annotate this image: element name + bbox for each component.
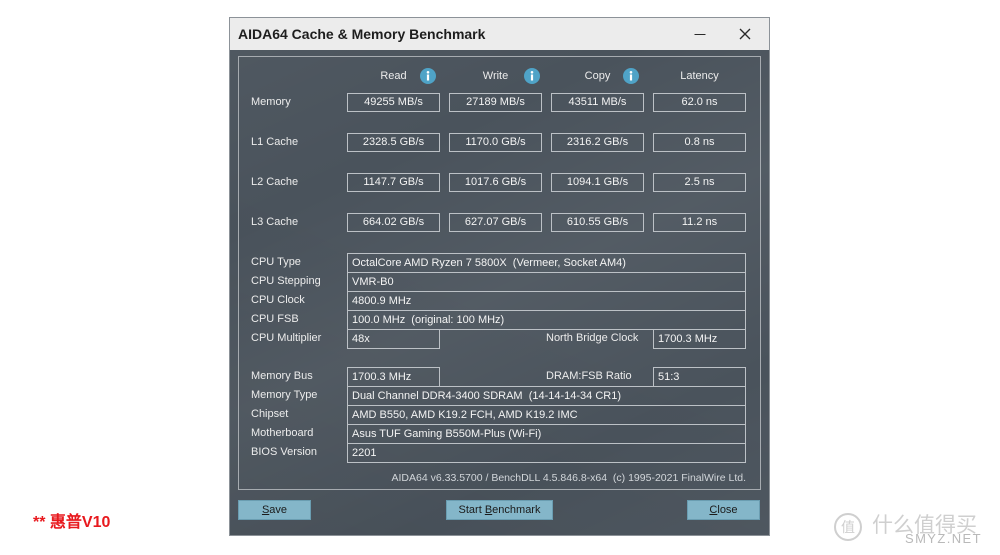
dram-fsb-ratio-value: 51:3 xyxy=(653,367,746,387)
memory-bus-label: Memory Bus xyxy=(251,370,313,382)
cpu-clock-label: CPU Clock xyxy=(251,294,305,306)
minimize-button[interactable] xyxy=(685,19,715,49)
minimize-icon xyxy=(694,34,706,35)
start-benchmark-button[interactable]: Start Benchmark xyxy=(446,500,553,520)
title-bar[interactable]: AIDA64 Cache & Memory Benchmark xyxy=(230,18,769,50)
l1-copy-value: 2316.2 GB/s xyxy=(551,133,644,152)
benchmark-window: AIDA64 Cache & Memory Benchmark Read Wri… xyxy=(230,18,769,535)
l2-write-value: 1017.6 GB/s xyxy=(449,173,542,192)
column-header-latency: Latency xyxy=(680,70,719,82)
memory-bus-value: 1700.3 MHz xyxy=(347,367,440,387)
l1-read-value: 2328.5 GB/s xyxy=(347,133,440,152)
info-icon[interactable] xyxy=(420,68,436,84)
north-bridge-clock-label: North Bridge Clock xyxy=(546,332,639,344)
cpu-multiplier-label: CPU Multiplier xyxy=(251,332,322,344)
row-label-l3-cache: L3 Cache xyxy=(251,216,299,228)
cpu-multiplier-value: 48x xyxy=(347,329,440,349)
l2-copy-value: 1094.1 GB/s xyxy=(551,173,644,192)
l3-write-value: 627.07 GB/s xyxy=(449,213,542,232)
start-benchmark-button-label: Start Benchmark xyxy=(458,504,541,516)
row-label-memory: Memory xyxy=(251,96,291,108)
watermark-logo: 值 xyxy=(834,513,862,541)
cpu-clock-value: 4800.9 MHz xyxy=(347,291,746,311)
cpu-fsb-value: 100.0 MHz (original: 100 MHz) xyxy=(347,310,746,330)
l1-latency-value: 0.8 ns xyxy=(653,133,746,152)
close-button-label: Close xyxy=(709,504,738,516)
save-button[interactable]: Save xyxy=(238,500,311,520)
cpu-type-label: CPU Type xyxy=(251,256,301,268)
memory-type-label: Memory Type xyxy=(251,389,318,401)
north-bridge-clock-value: 1700.3 MHz xyxy=(653,329,746,349)
motherboard-label: Motherboard xyxy=(251,427,314,439)
memory-read-value: 49255 MB/s xyxy=(347,93,440,112)
cpu-type-value: OctalCore AMD Ryzen 7 5800X (Vermeer, So… xyxy=(347,253,746,273)
cpu-fsb-label: CPU FSB xyxy=(251,313,299,325)
info-icon[interactable] xyxy=(623,68,639,84)
memory-copy-value: 43511 MB/s xyxy=(551,93,644,112)
window-title: AIDA64 Cache & Memory Benchmark xyxy=(238,26,486,42)
memory-latency-value: 62.0 ns xyxy=(653,93,746,112)
l2-read-value: 1147.7 GB/s xyxy=(347,173,440,192)
close-window-button[interactable] xyxy=(730,19,760,49)
close-button[interactable]: Close xyxy=(687,500,760,520)
chipset-value: AMD B550, AMD K19.2 FCH, AMD K19.2 IMC xyxy=(347,405,746,425)
row-label-l2-cache: L2 Cache xyxy=(251,176,299,188)
dram-fsb-ratio-label: DRAM:FSB Ratio xyxy=(546,370,632,382)
memory-type-value: Dual Channel DDR4-3400 SDRAM (14-14-14-3… xyxy=(347,386,746,406)
bios-version-label: BIOS Version xyxy=(251,446,318,458)
close-icon xyxy=(739,28,751,40)
save-button-label: Save xyxy=(261,504,288,516)
cpu-stepping-value: VMR-B0 xyxy=(347,272,746,292)
l3-latency-value: 11.2 ns xyxy=(653,213,746,232)
l3-copy-value: 610.55 GB/s xyxy=(551,213,644,232)
info-icon[interactable] xyxy=(524,68,540,84)
l3-read-value: 664.02 GB/s xyxy=(347,213,440,232)
l2-latency-value: 2.5 ns xyxy=(653,173,746,192)
annotation-text: ** 惠普V10 xyxy=(33,514,111,531)
memory-write-value: 27189 MB/s xyxy=(449,93,542,112)
row-label-l1-cache: L1 Cache xyxy=(251,136,299,148)
motherboard-value: Asus TUF Gaming B550M-Plus (Wi-Fi) xyxy=(347,424,746,444)
watermark-site: SMYZ.NET xyxy=(905,531,982,546)
version-footer: AIDA64 v6.33.5700 / BenchDLL 4.5.846.8-x… xyxy=(391,472,747,484)
chipset-label: Chipset xyxy=(251,408,289,420)
l1-write-value: 1170.0 GB/s xyxy=(449,133,542,152)
bios-version-value: 2201 xyxy=(347,443,746,463)
cpu-stepping-label: CPU Stepping xyxy=(251,275,321,287)
